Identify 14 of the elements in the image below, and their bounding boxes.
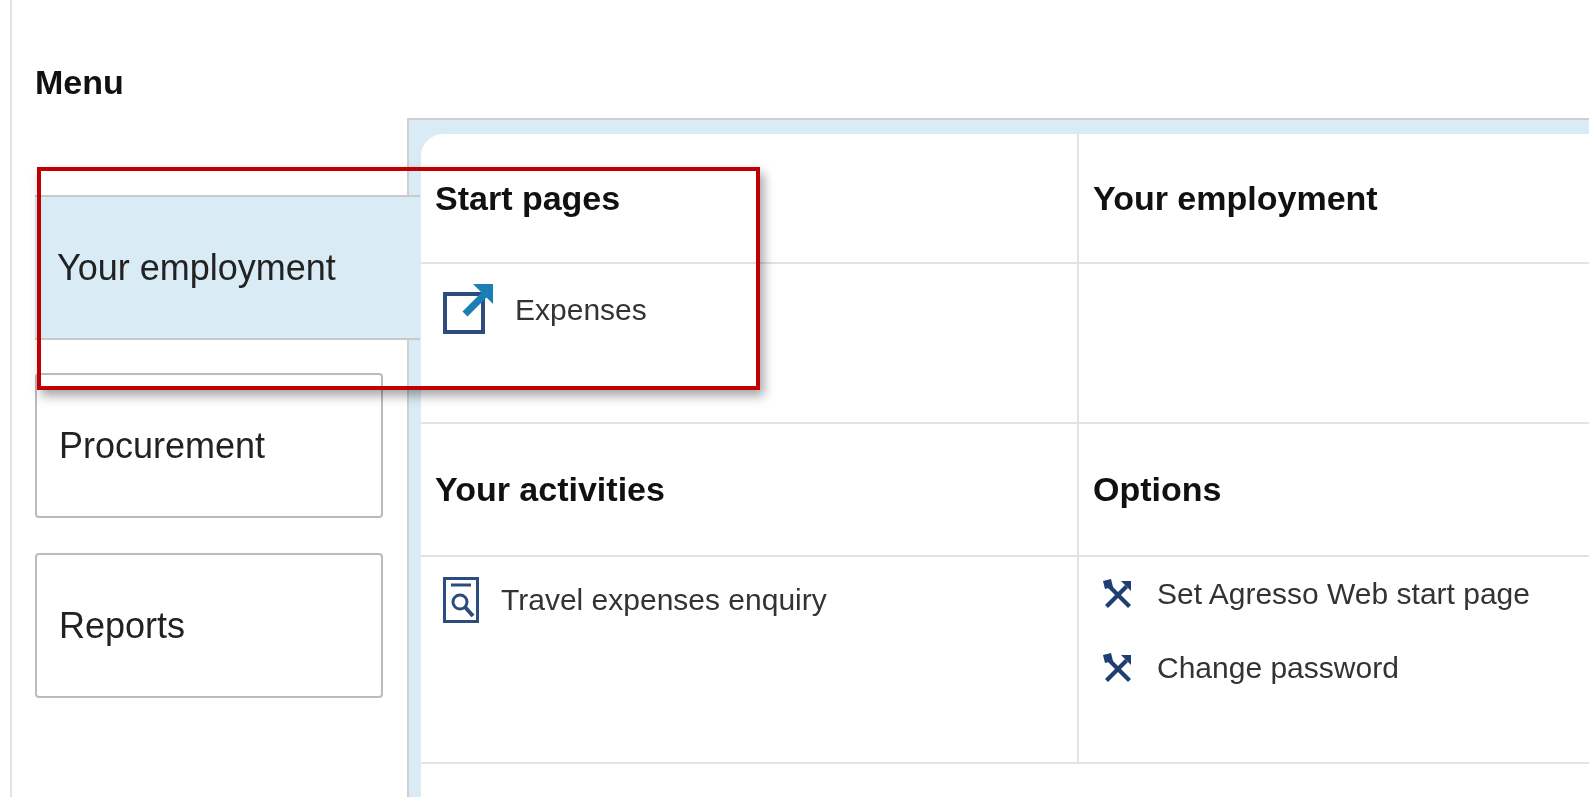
sidebar-item[interactable]: Procurement: [35, 373, 383, 518]
document-search-icon: [443, 577, 479, 623]
section-heading: Your activities: [435, 470, 665, 509]
sidebar-item[interactable]: Your employment: [35, 195, 420, 340]
menu-link[interactable]: Expenses: [443, 284, 1055, 336]
section-heading: Start pages: [435, 178, 621, 218]
section-heading: Your employment: [1093, 178, 1378, 218]
menu-title: Menu: [35, 62, 124, 102]
menu-link[interactable]: Change password: [1101, 651, 1567, 685]
external-link-icon: [443, 284, 493, 336]
section-heading: Options: [1093, 470, 1222, 509]
sidebar-item[interactable]: Reports: [35, 553, 383, 698]
menu-link[interactable]: Travel expenses enquiry: [443, 577, 1055, 623]
menu-link[interactable]: Set Agresso Web start page: [1101, 577, 1567, 611]
